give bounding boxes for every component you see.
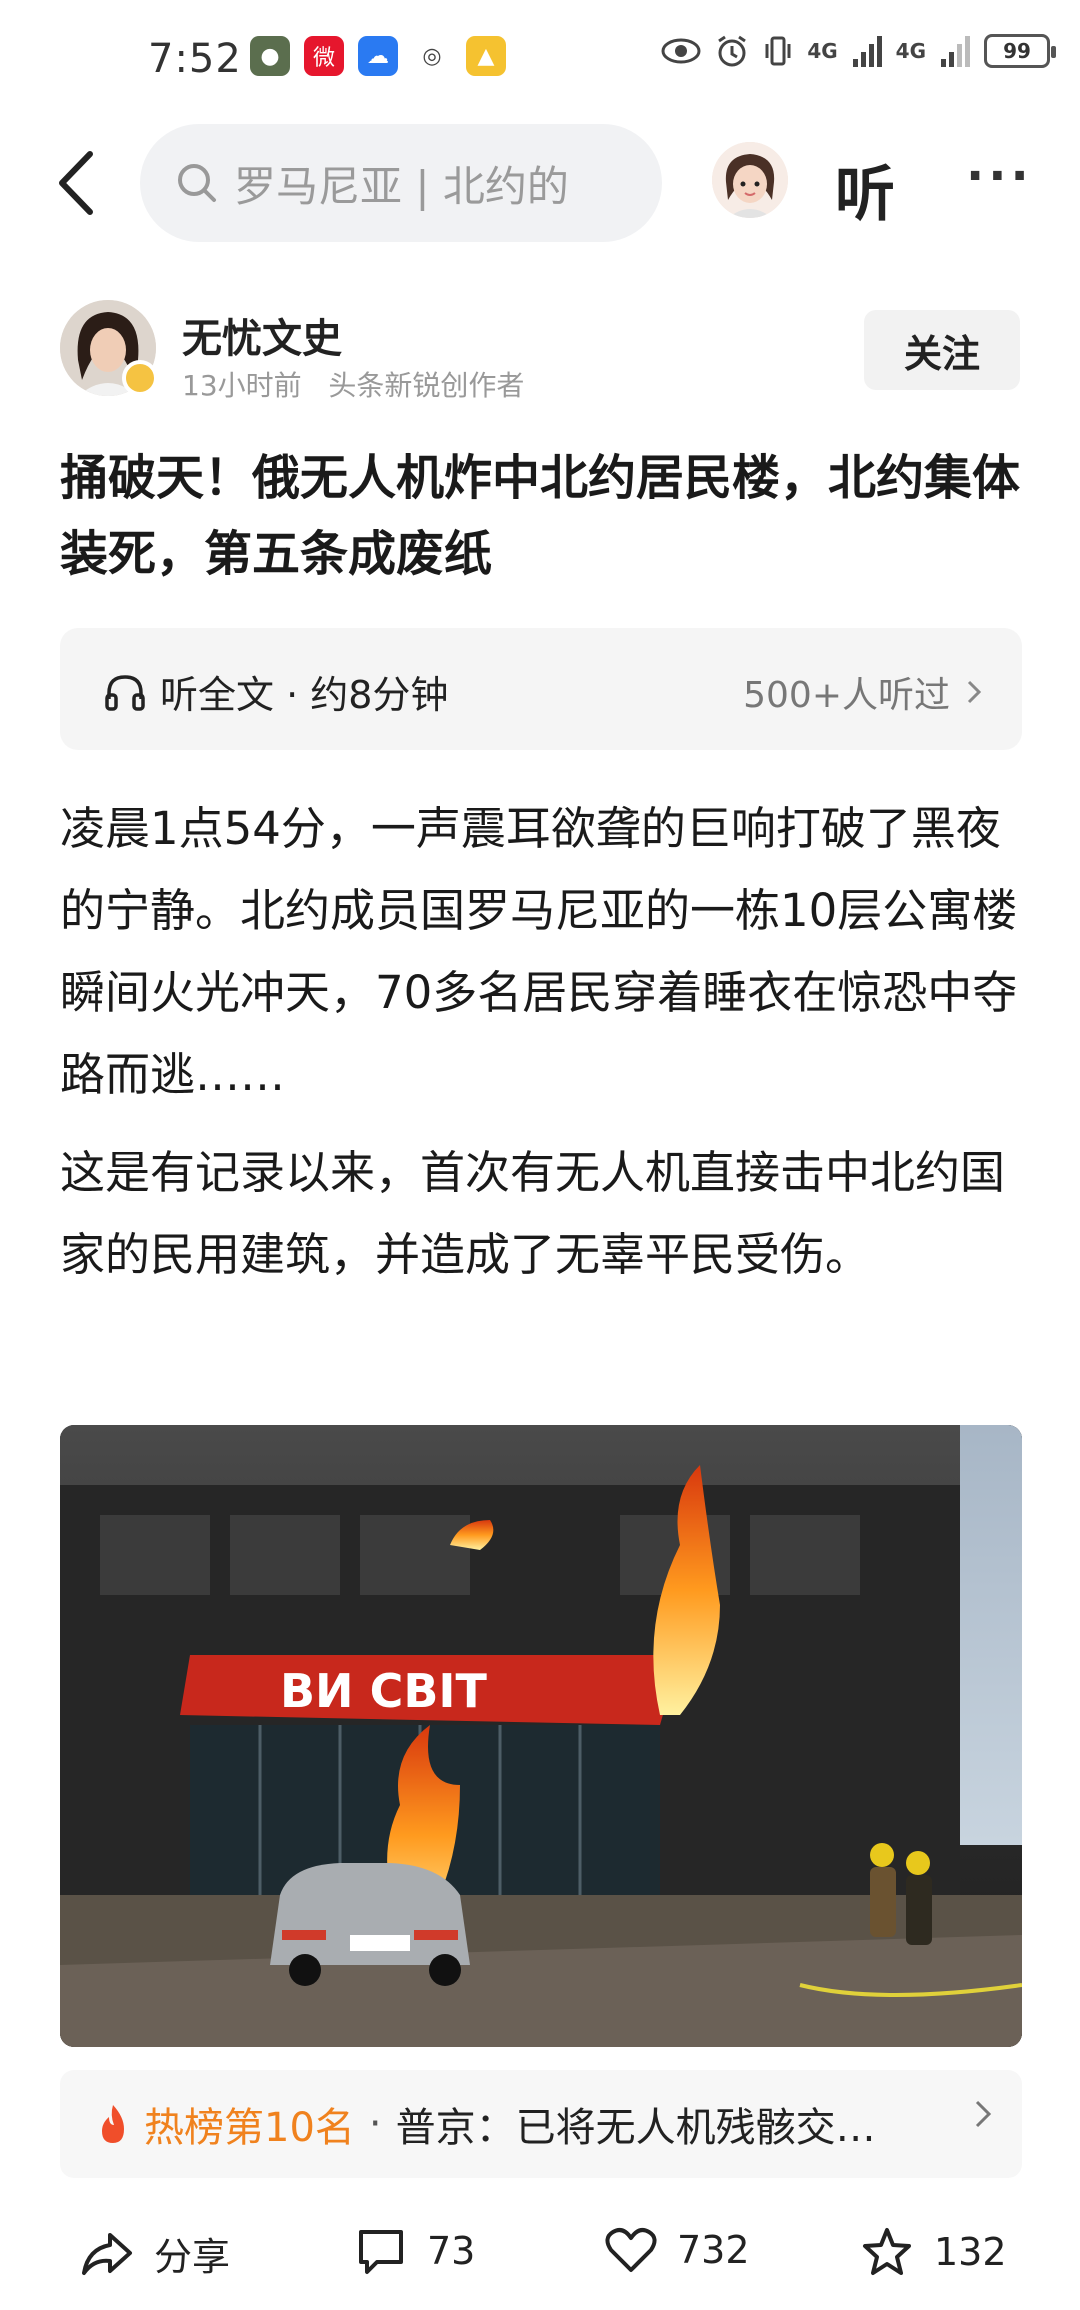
favorite-button[interactable]: 132 [860,2226,1007,2278]
more-icon[interactable]: ··· [966,148,1033,204]
listen-duration-label: 听全文 · 约8分钟 [160,673,449,717]
comment-icon [359,2230,403,2274]
headphones-icon [105,674,145,711]
alarm-icon [718,35,747,67]
hot-separator: · [368,2101,382,2147]
signal-icon-2 [941,36,970,67]
app-notification-icon: ● [250,36,290,76]
like-count: 732 [677,2228,750,2272]
search-icon [178,164,216,202]
user-avatar[interactable] [712,142,788,218]
listen-full-text-bar[interactable]: 听全文 · 约8分钟 500+人听过 [60,628,1022,750]
weibo-icon: 微 [304,36,344,76]
hot-topic-text: 普京：已将无人机残骸交… [395,2105,876,2151]
listen-count: 500+人听过 [743,675,950,716]
heart-icon [605,2228,657,2272]
share-icon [82,2232,132,2275]
share-label: 分享 [154,2235,231,2279]
search-input[interactable]: 罗马尼亚 | 北约的 [140,124,662,242]
top-nav: 罗马尼亚 | 北约的 听 ··· [0,118,1080,248]
storefront-sign: ВИ СВІТ [280,1664,488,1718]
status-bar: 7:52 ● 微 ☁ ◎ ▲ 4G 4G 99 [0,0,1080,120]
article-title: 捅破天！俄无人机炸中北约居民楼，北约集体装死，第五条成废纸 [60,450,1021,582]
listen-label-group: 听全文 · 约8分钟 [104,664,448,719]
listen-button[interactable]: 听 [835,146,895,233]
verified-badge-icon [122,360,158,396]
eye-icon [661,38,701,64]
action-bar: 分享 73 732 132 [0,2200,1080,2310]
notification-icons: ● 微 ☁ ◎ ▲ [250,36,506,76]
follow-button[interactable]: 关注 [864,310,1020,390]
favorite-count: 132 [934,2230,1007,2274]
search-placeholder: 罗马尼亚 | 北约的 [234,161,569,211]
wechat-icon: ◎ [412,36,452,76]
star-icon [863,2228,911,2275]
author-name[interactable]: 无忧文史 [182,306,342,364]
game-icon: ▲ [466,36,506,76]
signal-label-2: 4G [895,39,926,63]
signal-icon [852,36,882,67]
author-row: 无忧文史 13小时前 头条新锐创作者 关注 [60,300,1020,410]
status-time: 7:52 [148,36,242,82]
listen-count-group: 500+人听过 [743,666,982,718]
burning-building-image: ВИ СВІТ [60,1425,1022,2047]
author-role: 头条新锐创作者 [328,369,525,402]
battery-level: 99 [1003,39,1031,63]
avatar-image [712,142,788,218]
article-photo[interactable]: ВИ СВІТ [60,1425,1022,2047]
post-time: 13小时前 [182,369,302,402]
share-button[interactable]: 分享 [80,2226,230,2281]
comment-count: 73 [427,2229,476,2273]
hot-rank-bar[interactable]: 热榜第10名 · 普京：已将无人机残骸交… [60,2070,1022,2178]
signal-label-1: 4G [807,39,838,63]
vibrate-icon [765,36,791,66]
comment-button[interactable]: 73 [355,2226,475,2276]
chevron-right-icon [967,680,982,704]
flame-icon [102,2105,124,2143]
battery-icon: 99 [984,34,1056,68]
cloud-icon: ☁ [358,36,398,76]
status-indicators: 4G 4G 99 [661,34,1056,68]
hot-rank-label: 热榜第10名 [144,2105,355,2151]
like-button[interactable]: 732 [605,2226,750,2274]
article-paragraph: 这是有记录以来，首次有无人机直接击中北约国家的民用建筑，并造成了无辜平民受伤。 [60,1146,1006,1281]
article-paragraph: 凌晨1点54分，一声震耳欲聋的巨响打破了黑夜的宁静。北约成员国罗马尼亚的一栋10… [60,802,1018,1101]
back-arrow-icon[interactable] [52,148,102,218]
author-meta: 13小时前 头条新锐创作者 [182,364,524,404]
chevron-right-icon [975,2100,992,2128]
